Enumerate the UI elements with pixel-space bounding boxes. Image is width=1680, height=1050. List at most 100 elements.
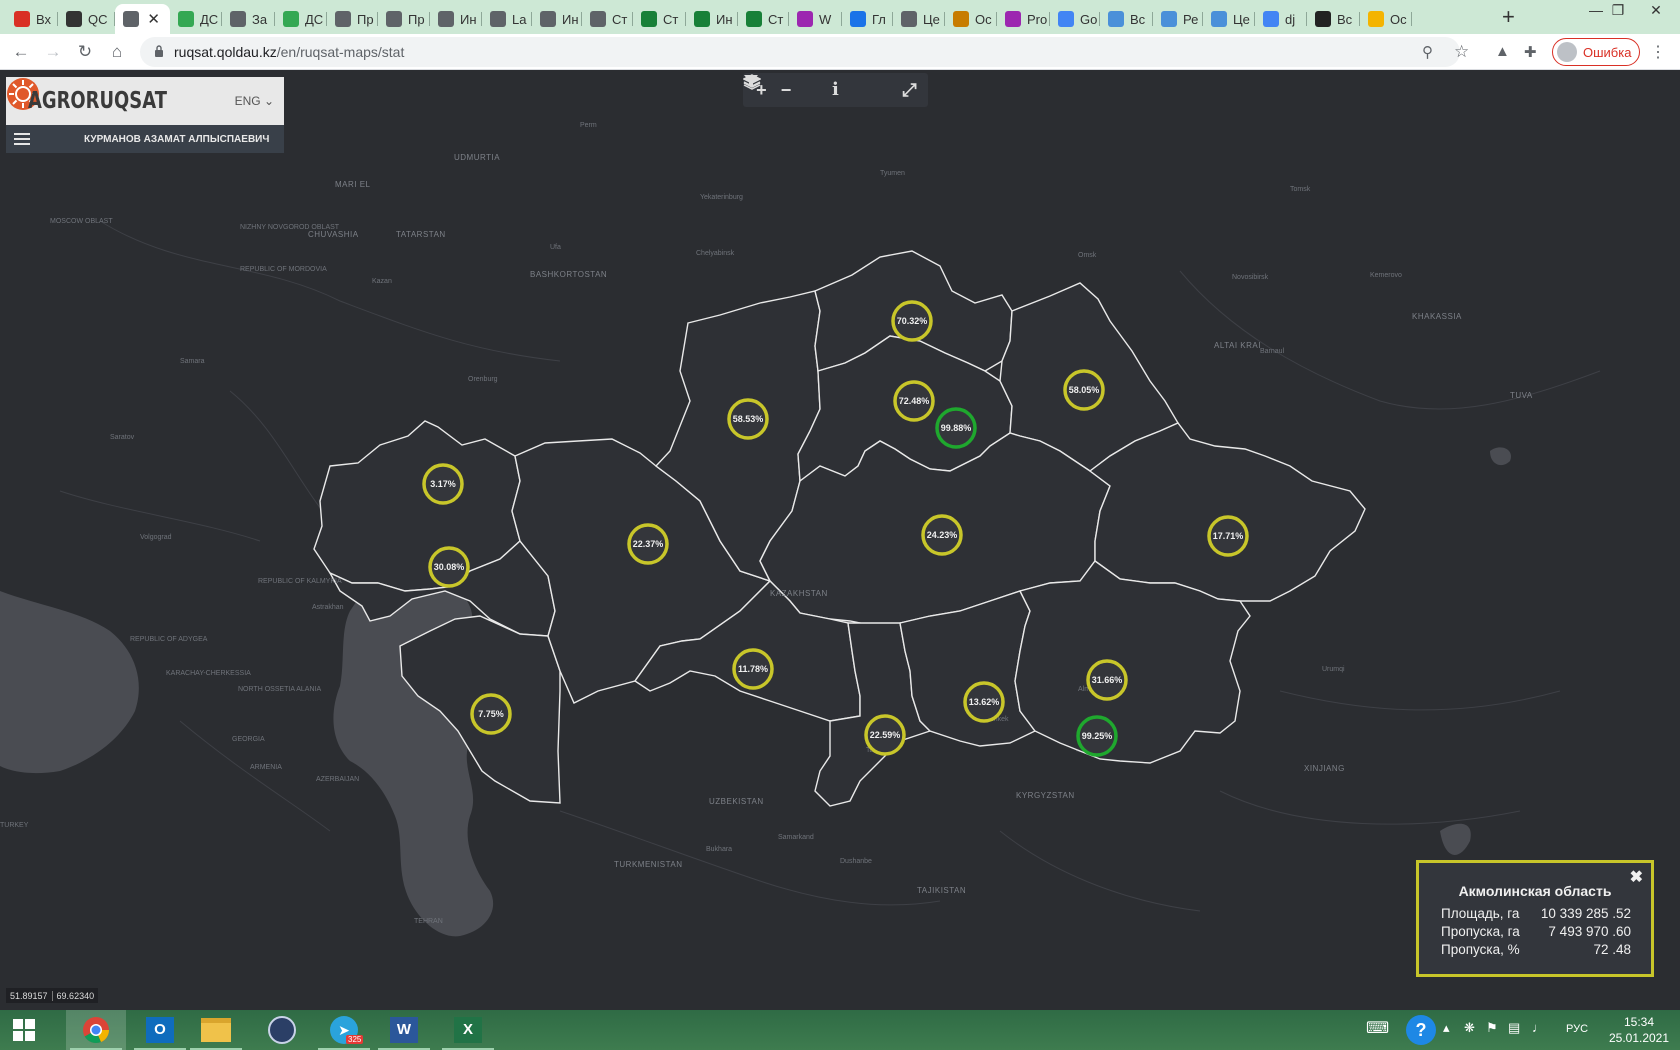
keyboard-icon[interactable]: ⌨ bbox=[1366, 1018, 1389, 1038]
taskbar-telegram[interactable]: ➤ 325 bbox=[314, 1010, 374, 1050]
region-marker[interactable]: 22.59% bbox=[864, 714, 906, 756]
taskbar-excel[interactable]: X bbox=[438, 1010, 498, 1050]
browser-tab[interactable]: Вс bbox=[1307, 4, 1360, 34]
bookmark-star-icon[interactable]: ☆ bbox=[1454, 42, 1469, 62]
label-nizhny: NIZHNY NOVGOROD OBLAST bbox=[240, 224, 340, 231]
browser-tab[interactable]: Pro bbox=[997, 4, 1050, 34]
map-view[interactable]: KAZAKHSTAN UZBEKISTAN TURKMENISTAN KYRGY… bbox=[0, 71, 1680, 1011]
tray-expand-icon[interactable]: ▴ bbox=[1443, 1020, 1450, 1036]
browser-tab[interactable]: Це bbox=[893, 4, 945, 34]
region-east-kazakhstan[interactable] bbox=[1088, 422, 1366, 602]
browser-tab[interactable]: Пр bbox=[378, 4, 430, 34]
qoldau-icon bbox=[438, 11, 454, 27]
browser-tab[interactable]: Go bbox=[1050, 4, 1100, 34]
info-icon[interactable]: i bbox=[824, 79, 846, 101]
browser-tab[interactable]: Вх bbox=[6, 4, 58, 34]
hamburger-menu-icon[interactable] bbox=[14, 133, 30, 145]
browser-tab[interactable]: ДС bbox=[170, 4, 222, 34]
flag-icon[interactable]: ⚑ bbox=[1486, 1020, 1498, 1036]
browser-tab[interactable]: ДС bbox=[275, 4, 327, 34]
puzzle-icon[interactable]: ✚ bbox=[1524, 43, 1537, 61]
volume-icon[interactable]: ♩ bbox=[1532, 1020, 1545, 1035]
browser-tab[interactable]: Ре bbox=[1153, 4, 1203, 34]
browser-tab[interactable]: Ст bbox=[633, 4, 686, 34]
region-marker[interactable]: 30.08% bbox=[428, 546, 470, 588]
browser-tab[interactable]: ✕ bbox=[115, 4, 170, 34]
browser-tab[interactable]: Вс bbox=[1100, 4, 1153, 34]
extension-icon[interactable]: ▲ bbox=[1495, 43, 1510, 60]
zoom-out-button[interactable]: − bbox=[775, 79, 797, 101]
filter-icon[interactable] bbox=[744, 75, 822, 101]
taskbar-chrome[interactable] bbox=[66, 1010, 126, 1050]
profile-button[interactable]: Ошибка bbox=[1552, 38, 1640, 66]
region-marker[interactable]: 24.23% bbox=[921, 514, 963, 556]
browser-tab[interactable]: Ос bbox=[1360, 4, 1412, 34]
region-marker[interactable]: 17.71% bbox=[1207, 515, 1249, 557]
region-marker[interactable]: 99.88% bbox=[935, 407, 977, 449]
browser-menu-icon[interactable]: ⋮ bbox=[1650, 42, 1666, 62]
qoldau-icon bbox=[490, 11, 506, 27]
label-dushanbe: Dushanbe bbox=[840, 858, 872, 865]
browser-tab[interactable]: За bbox=[222, 4, 275, 34]
taskbar-app-globe[interactable] bbox=[252, 1010, 312, 1050]
browser-tab[interactable]: La bbox=[482, 4, 532, 34]
taskbar-word[interactable]: W bbox=[374, 1010, 434, 1050]
layers-icon[interactable] bbox=[743, 74, 871, 101]
region-marker[interactable]: 22.37% bbox=[627, 523, 669, 565]
sheets-icon bbox=[641, 11, 657, 27]
browser-tab[interactable]: Пр bbox=[327, 4, 378, 34]
reload-icon[interactable]: ↻ bbox=[74, 41, 96, 63]
region-marker[interactable]: 58.05% bbox=[1063, 369, 1105, 411]
region-marker[interactable]: 3.17% bbox=[422, 463, 464, 505]
browser-tab[interactable]: Ос bbox=[945, 4, 997, 34]
network-icon[interactable]: ▤ bbox=[1508, 1020, 1520, 1036]
region-marker[interactable]: 13.62% bbox=[963, 681, 1005, 723]
region-marker[interactable]: 31.66% bbox=[1086, 659, 1128, 701]
browser-tab[interactable]: Ст bbox=[582, 4, 633, 34]
close-window-button[interactable]: ✕ bbox=[1636, 2, 1676, 19]
browser-tab[interactable]: Ст bbox=[738, 4, 789, 34]
forward-icon[interactable]: → bbox=[42, 41, 64, 63]
browser-tab[interactable]: Гл bbox=[842, 4, 893, 34]
fullscreen-icon[interactable]: ⤢ bbox=[899, 79, 921, 101]
home-icon[interactable]: ⌂ bbox=[106, 41, 128, 63]
region-marker[interactable]: 70.32% bbox=[891, 300, 933, 342]
maximize-button[interactable]: ❐ bbox=[1598, 2, 1638, 19]
browser-tab[interactable]: Ин bbox=[532, 4, 582, 34]
qoldau-icon bbox=[901, 11, 917, 27]
tab-label: ДС bbox=[200, 11, 219, 27]
close-tab-icon[interactable]: ✕ bbox=[147, 10, 160, 28]
browser-tab[interactable]: QC bbox=[58, 4, 115, 34]
browser-tab[interactable]: dj bbox=[1255, 4, 1307, 34]
telegram-badge: 325 bbox=[346, 1035, 364, 1044]
tab-label: Ре bbox=[1183, 11, 1199, 27]
tray-app-icon[interactable]: ❋ bbox=[1464, 1020, 1475, 1036]
marker-label: 17.71% bbox=[1213, 531, 1244, 541]
clock[interactable]: 15:34 25.01.2021 bbox=[1604, 1014, 1674, 1046]
browser-tab[interactable]: Ин bbox=[686, 4, 738, 34]
taskbar-outlook[interactable]: O bbox=[130, 1010, 190, 1050]
region-marker[interactable]: 58.53% bbox=[727, 398, 769, 440]
chrome-icon bbox=[83, 1017, 109, 1044]
language-select[interactable]: ENG ⌄ bbox=[235, 94, 274, 108]
url-text: ruqsat.qoldau.kz/en/ruqsat-maps/stat bbox=[174, 44, 404, 60]
browser-tab[interactable]: W bbox=[789, 4, 842, 34]
tab-label: Go bbox=[1080, 11, 1098, 27]
region-marker[interactable]: 7.75% bbox=[470, 693, 512, 735]
input-language[interactable]: РУС bbox=[1566, 1023, 1588, 1035]
marker-label: 22.37% bbox=[633, 539, 664, 549]
taskbar-explorer[interactable] bbox=[186, 1010, 246, 1050]
browser-tab[interactable]: Це bbox=[1203, 4, 1255, 34]
region-marker[interactable]: 99.25% bbox=[1076, 715, 1118, 757]
browser-tab[interactable]: Ин bbox=[430, 4, 482, 34]
new-tab-button[interactable]: + bbox=[1502, 6, 1515, 28]
back-icon[interactable]: ← bbox=[10, 41, 32, 63]
start-button[interactable] bbox=[0, 1010, 48, 1050]
address-bar[interactable]: ruqsat.qoldau.kz/en/ruqsat-maps/stat ⚲ ☆ bbox=[140, 37, 1469, 67]
layers-alt-icon[interactable] bbox=[743, 75, 896, 101]
region-marker[interactable]: 72.48% bbox=[893, 380, 935, 422]
zoom-icon[interactable]: ⚲ bbox=[1422, 43, 1433, 61]
region-marker[interactable]: 11.78% bbox=[732, 648, 774, 690]
help-icon[interactable]: ? bbox=[1406, 1015, 1436, 1045]
wheat-icon bbox=[797, 11, 813, 27]
